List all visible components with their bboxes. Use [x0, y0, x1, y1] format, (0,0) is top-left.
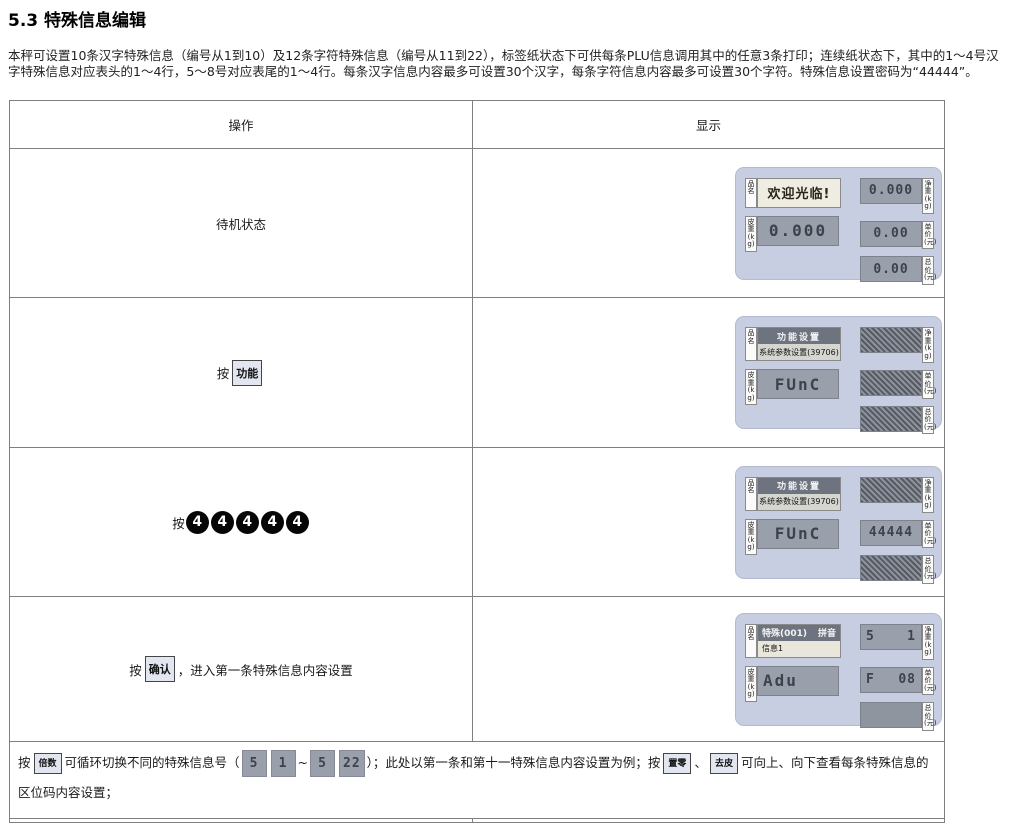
net-display: 0.000: [860, 178, 922, 204]
zero-key: 置零: [663, 753, 691, 774]
tare-label: 皮重(kg): [745, 216, 757, 252]
name-display: 功能设置 系统参数设置(39706): [757, 477, 841, 511]
separator-text: 、: [694, 755, 707, 770]
total-label: 总价(元): [922, 702, 934, 731]
footer-note: 按倍数可循环切换不同的特殊信息号（51~522）；此处以第一条和第十一特殊信息内…: [10, 742, 944, 818]
operation-cell: 按 4 4 4 4 4: [10, 448, 473, 596]
name-display: 欢迎光临!: [757, 178, 841, 208]
tare-display: FUnC: [757, 519, 839, 549]
input-method-text: 拼音: [818, 626, 836, 639]
price-display: [860, 370, 922, 396]
total-display: [860, 555, 922, 581]
operation-cell: 按 确认 ，进入第一条特殊信息内容设置: [10, 597, 473, 741]
tare-display: FUnC: [757, 369, 839, 399]
digit-key-4: 4: [261, 511, 284, 534]
name-label: 品名: [745, 624, 757, 658]
section-title: 5.3 特殊信息编辑: [8, 6, 146, 31]
press-text: 按: [129, 660, 142, 679]
name-line1: 特殊(001) 拼音: [758, 625, 840, 641]
net-display: 5 1: [860, 624, 922, 650]
name-label: 品名: [745, 477, 757, 511]
tare-display: 0.000: [757, 216, 839, 246]
digit-key-4: 4: [286, 511, 309, 534]
total-label: 总价(元): [922, 555, 934, 584]
tare-key: 去皮: [710, 753, 738, 774]
price-label: 单价(元): [922, 221, 934, 250]
header-display: 显示: [473, 101, 944, 148]
digit-key-4: 4: [236, 511, 259, 534]
seg-digit: 5: [866, 629, 875, 644]
total-label: 总价(元): [922, 406, 934, 435]
total-display: [860, 406, 922, 432]
table-row: 按 4 4 4 4 4 品名 功能设置 系统参数设置(39706): [10, 447, 944, 596]
seg-digit: 1: [907, 629, 916, 644]
footer-text: 可循环切换不同的特殊信息号（: [65, 755, 240, 770]
header-operation: 操作: [10, 101, 473, 148]
name-line1: 功能设置: [758, 328, 840, 344]
table-row-partial: [10, 818, 944, 822]
table-row: 待机状态 品名 欢迎光临! 皮重(kg) 0.000: [10, 148, 944, 297]
scale-display-panel: 品名 功能设置 系统参数设置(39706) 皮重(kg) FUnC: [735, 316, 942, 429]
digit-key-4: 4: [211, 511, 234, 534]
table-row: 按 功能 品名 功能设置 系统参数设置(39706) 皮重: [10, 297, 944, 447]
name-line2: 系统参数设置(39706): [758, 344, 840, 360]
name-line1: 功能设置: [758, 478, 840, 494]
table-row: 按 确认 ，进入第一条特殊信息内容设置 品名 特殊(001) 拼音: [10, 596, 944, 741]
table-header-row: 操作 显示: [10, 101, 944, 148]
function-key: 功能: [232, 360, 262, 386]
scale-display-panel: 品名 功能设置 系统参数设置(39706) 皮重(kg) FUnC: [735, 466, 942, 579]
operations-table: 操作 显示 待机状态 品名 欢迎光临! 皮重(kg) 0.000: [9, 100, 945, 823]
net-display: [860, 327, 922, 353]
name-line2: 系统参数设置(39706): [758, 494, 840, 510]
intro-paragraph: 本秤可设置10条汉字特殊信息（编号从1到10）及12条字符特殊信息（编号从11到…: [8, 48, 1010, 80]
tare-display: Adu: [757, 666, 839, 696]
message-number-seg: 5: [242, 750, 267, 777]
operation-cell: 待机状态: [10, 149, 473, 297]
net-label: 净重(kg): [922, 327, 934, 363]
price-label: 单价(元): [922, 370, 934, 399]
name-label: 品名: [745, 178, 757, 208]
name-line2: 信息1: [758, 641, 840, 657]
price-label: 单价(元): [922, 520, 934, 549]
name-label: 品名: [745, 327, 757, 361]
press-text: 按: [217, 363, 230, 382]
operation-suffix: ，进入第一条特殊信息内容设置: [178, 660, 353, 679]
message-number-seg: 5: [310, 750, 335, 777]
message-number-seg: 22: [339, 750, 365, 777]
price-label: 单价(元): [922, 667, 934, 696]
multiple-key: 倍数: [34, 753, 62, 774]
seg-digit: 08: [898, 672, 916, 687]
scale-display-panel: 品名 欢迎光临! 皮重(kg) 0.000 0.000 净重(kg): [735, 167, 942, 280]
table-footer-row: 按倍数可循环切换不同的特殊信息号（51~522）；此处以第一条和第十一特殊信息内…: [10, 741, 944, 818]
manual-page: 5.3 特殊信息编辑 本秤可设置10条汉字特殊信息（编号从1到10）及12条字符…: [0, 0, 1014, 824]
net-display: [860, 477, 922, 503]
net-label: 净重(kg): [922, 624, 934, 660]
total-display: [860, 702, 922, 728]
name-display: 特殊(001) 拼音 信息1: [757, 624, 841, 658]
confirm-key: 确认: [145, 656, 175, 682]
press-text: 按: [18, 755, 31, 770]
price-display: 0.00: [860, 221, 922, 247]
press-text: 按: [172, 513, 185, 532]
tare-label: 皮重(kg): [745, 369, 757, 405]
seg-digit: F: [866, 672, 875, 687]
price-display: 44444: [860, 520, 922, 546]
operation-cell: 按 功能: [10, 298, 473, 447]
tilde-text: ~: [298, 755, 308, 770]
net-label: 净重(kg): [922, 477, 934, 513]
price-display: F 08: [860, 667, 922, 693]
message-number-seg: 1: [271, 750, 296, 777]
tare-label: 皮重(kg): [745, 519, 757, 555]
digit-key-4: 4: [186, 511, 209, 534]
net-label: 净重(kg): [922, 178, 934, 214]
total-label: 总价(元): [922, 256, 934, 285]
name-display: 功能设置 系统参数设置(39706): [757, 327, 841, 361]
tare-label: 皮重(kg): [745, 666, 757, 702]
footer-text: ）；此处以第一条和第十一特殊信息内容设置为例；按: [367, 755, 661, 770]
total-display: 0.00: [860, 256, 922, 282]
scale-display-panel: 品名 特殊(001) 拼音 信息1 皮重(kg) Adu: [735, 613, 942, 726]
message-number-text: 特殊(001): [762, 626, 807, 639]
